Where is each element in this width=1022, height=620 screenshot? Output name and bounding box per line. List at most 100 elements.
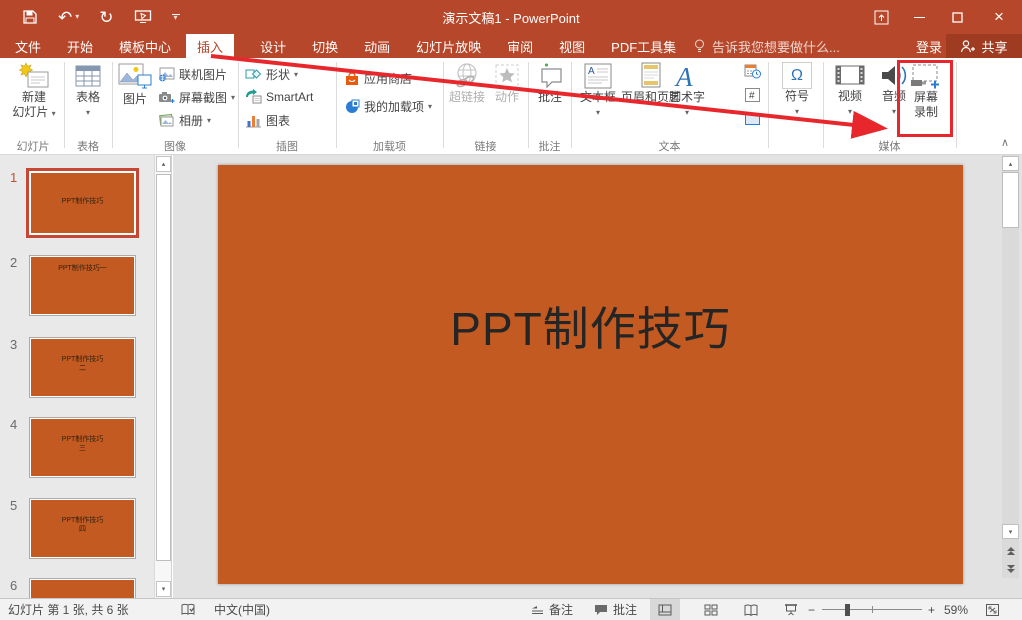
slide-thumbnail-4[interactable]: PPT制作技巧三 bbox=[29, 417, 136, 478]
sign-in-link[interactable]: 登录 bbox=[916, 34, 942, 58]
share-button[interactable]: 共享 bbox=[946, 34, 1022, 58]
slide-thumbnail-3[interactable]: PPT制作技巧二 bbox=[29, 337, 136, 398]
group-label-tables: 表格 bbox=[64, 138, 112, 152]
start-slideshow-icon[interactable] bbox=[134, 9, 152, 25]
redo-icon[interactable]: ↻ bbox=[99, 9, 113, 26]
save-icon[interactable] bbox=[22, 9, 38, 25]
slide-canvas[interactable]: PPT制作技巧 bbox=[218, 165, 963, 584]
customize-qat-icon[interactable]: ▾ bbox=[172, 14, 180, 20]
zoom-level[interactable]: 59% bbox=[944, 599, 968, 620]
slide-number: 1 bbox=[10, 170, 17, 185]
zoom-in-button[interactable]: + bbox=[928, 599, 935, 620]
undo-icon[interactable]: ↶▾ bbox=[58, 9, 79, 26]
zoom-out-button[interactable]: − bbox=[808, 599, 815, 620]
comment-button[interactable]: 批注 bbox=[530, 62, 570, 105]
normal-view-button[interactable] bbox=[650, 599, 680, 620]
tab-home[interactable]: 开始 bbox=[67, 34, 93, 58]
slide-thumbnail-5[interactable]: PPT制作技巧四 bbox=[29, 498, 136, 559]
undo-dropdown-icon[interactable]: ▾ bbox=[75, 13, 79, 21]
hyperlink-button: 超链接 bbox=[447, 62, 487, 105]
slide-thumbnail-1[interactable]: PPT制作技巧 bbox=[26, 168, 139, 238]
notes-icon bbox=[531, 604, 544, 616]
fit-to-window-button[interactable] bbox=[985, 599, 1000, 620]
zoom-slider-thumb[interactable] bbox=[845, 604, 850, 616]
my-addins-button[interactable]: 我的加载项 ▾ bbox=[344, 98, 432, 115]
reading-view-button[interactable] bbox=[736, 599, 766, 620]
window-controls: × bbox=[862, 0, 1022, 34]
chart-icon bbox=[245, 113, 262, 128]
language-indicator[interactable]: 中文(中国) bbox=[214, 599, 270, 620]
group-label-addins: 加载项 bbox=[336, 138, 443, 152]
previous-slide-icon[interactable] bbox=[1002, 543, 1019, 558]
close-icon[interactable]: × bbox=[976, 0, 1022, 34]
smartart-button[interactable]: SmartArt bbox=[245, 89, 313, 104]
minimize-icon[interactable] bbox=[900, 0, 938, 34]
table-dropdown-icon: ▾ bbox=[86, 105, 90, 120]
picture-button[interactable]: 图片 bbox=[114, 62, 156, 107]
svg-text:A: A bbox=[588, 66, 595, 77]
notes-toggle[interactable]: 备注 bbox=[531, 599, 573, 620]
slide-number: 6 bbox=[10, 578, 17, 593]
slide-sorter-view-button[interactable] bbox=[696, 599, 726, 620]
group-label-illustrations: 插图 bbox=[238, 138, 336, 152]
slideshow-view-button[interactable] bbox=[776, 599, 806, 620]
new-slide-dropdown-icon: ▾ bbox=[52, 109, 56, 118]
slide-number: 3 bbox=[10, 337, 17, 352]
slide-title-text[interactable]: PPT制作技巧 bbox=[218, 293, 963, 359]
slide-thumbnail-2[interactable]: PPT制作技巧一 bbox=[29, 255, 136, 316]
comments-toggle[interactable]: 批注 bbox=[594, 599, 637, 620]
tab-transitions[interactable]: 切换 bbox=[312, 34, 338, 58]
tab-file[interactable]: 文件 bbox=[15, 34, 41, 58]
scrollbar-thumb[interactable] bbox=[156, 174, 171, 561]
new-slide-button[interactable]: 新建 幻灯片 ▾ bbox=[8, 62, 60, 121]
shapes-button[interactable]: 形状 ▾ bbox=[245, 66, 298, 83]
text-box-button[interactable]: A 文本框 ▾ bbox=[576, 62, 620, 120]
tab-view[interactable]: 视图 bbox=[559, 34, 585, 58]
object-button[interactable] bbox=[744, 111, 761, 127]
tab-insert[interactable]: 插入 bbox=[186, 34, 234, 58]
tab-pdf-tools[interactable]: PDF工具集 bbox=[611, 34, 676, 58]
person-plus-icon bbox=[960, 39, 975, 53]
online-pictures-button[interactable]: 联机图片 bbox=[158, 66, 227, 83]
symbol-button[interactable]: Ω 符号 ▾ bbox=[777, 62, 817, 119]
spell-check-icon[interactable] bbox=[181, 599, 196, 620]
scroll-down-icon[interactable]: ▾ bbox=[1002, 524, 1019, 539]
tab-animations[interactable]: 动画 bbox=[364, 34, 390, 58]
screenshot-button[interactable]: 屏幕截图 ▾ bbox=[158, 89, 235, 106]
ribbon-tab-row: 文件 开始 模板中心 插入 设计 切换 动画 幻灯片放映 审阅 视图 PDF工具… bbox=[0, 34, 1022, 58]
fit-to-window-icon bbox=[985, 603, 1000, 617]
slide-thumbnail-6[interactable] bbox=[29, 578, 136, 598]
online-pictures-icon bbox=[158, 67, 175, 82]
maximize-icon[interactable] bbox=[938, 0, 976, 34]
ribbon-insert: 新建 幻灯片 ▾ 幻灯片 表格 ▾ 表格 图片 联机图片 屏幕截图 ▾ 相册 ▾… bbox=[0, 58, 1022, 155]
my-addins-icon bbox=[344, 99, 360, 114]
collapse-ribbon-icon[interactable]: ∧ bbox=[1001, 136, 1009, 149]
slide-counter[interactable]: 幻灯片 第 1 张, 共 6 张 bbox=[8, 599, 129, 620]
tab-review[interactable]: 审阅 bbox=[507, 34, 533, 58]
scroll-up-icon[interactable]: ▴ bbox=[1002, 156, 1019, 171]
next-slide-icon[interactable] bbox=[1002, 561, 1019, 576]
chart-button[interactable]: 图表 bbox=[245, 112, 290, 129]
scroll-up-icon[interactable]: ▴ bbox=[156, 156, 171, 172]
tab-slideshow[interactable]: 幻灯片放映 bbox=[416, 34, 481, 58]
tab-design[interactable]: 设计 bbox=[260, 34, 286, 58]
scrollbar-thumb[interactable] bbox=[1002, 172, 1019, 228]
wordart-dropdown-icon: ▾ bbox=[685, 105, 689, 120]
shapes-dropdown-icon: ▾ bbox=[294, 70, 298, 79]
group-label-images: 图像 bbox=[112, 138, 238, 152]
tab-template-center[interactable]: 模板中心 bbox=[119, 34, 171, 58]
date-time-button[interactable] bbox=[744, 63, 761, 79]
scroll-down-icon[interactable]: ▾ bbox=[156, 581, 171, 597]
ribbon-display-options-icon[interactable] bbox=[862, 0, 900, 34]
tell-me-box[interactable]: 告诉我您想要做什么... bbox=[694, 34, 840, 58]
video-button[interactable]: 视频 ▾ bbox=[830, 62, 870, 119]
canvas-scrollbar[interactable]: ▴ ▾ bbox=[1002, 155, 1020, 598]
photo-album-button[interactable]: 相册 ▾ bbox=[158, 112, 211, 129]
table-button[interactable]: 表格 ▾ bbox=[66, 62, 110, 120]
store-button[interactable]: 应用商店 bbox=[344, 70, 412, 87]
text-box-icon: A bbox=[583, 62, 613, 90]
header-footer-icon bbox=[638, 62, 664, 90]
thumbnail-scrollbar[interactable]: ▴ ▾ bbox=[154, 155, 171, 598]
wordart-button[interactable]: A 艺术字 ▾ bbox=[666, 62, 708, 120]
slide-number-button[interactable]: # bbox=[744, 87, 761, 103]
